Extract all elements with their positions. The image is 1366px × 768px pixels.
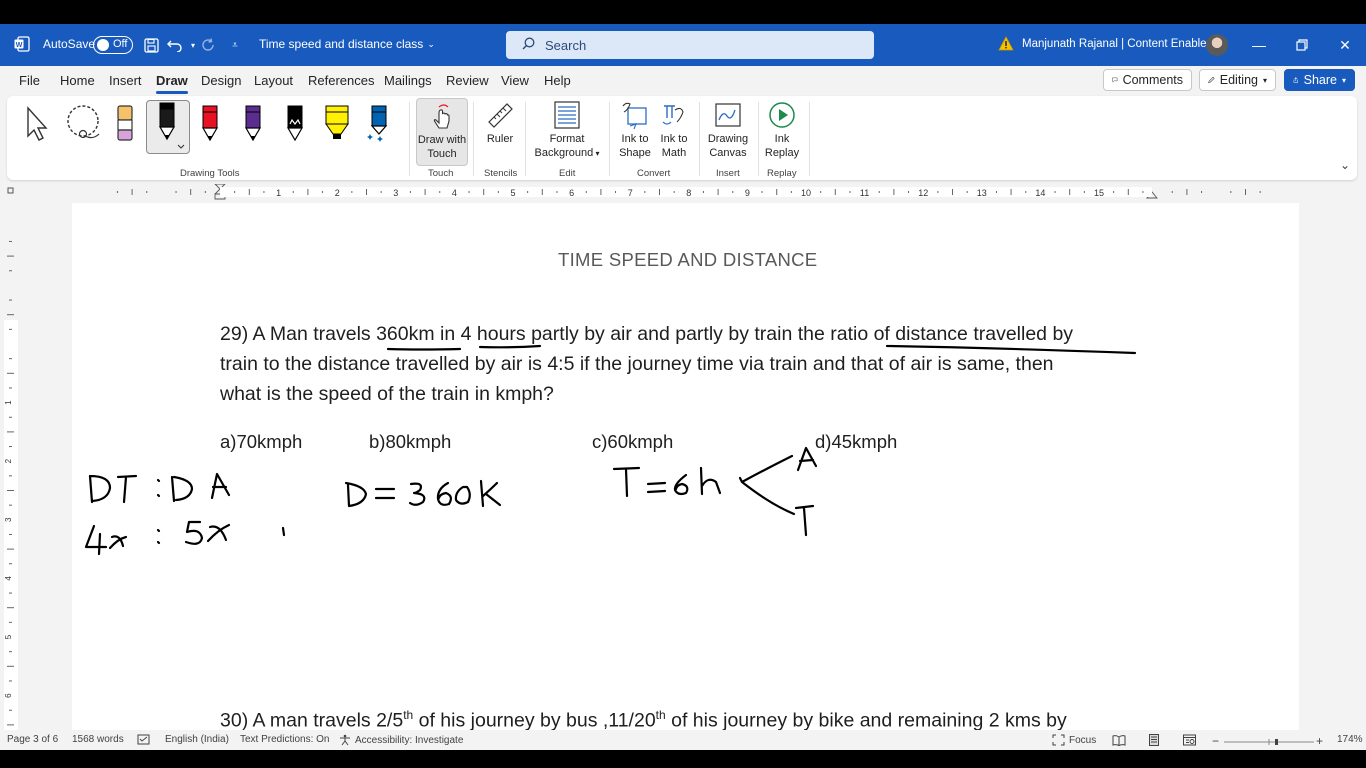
web-layout-icon[interactable] xyxy=(1183,734,1196,746)
ink-4x xyxy=(84,524,128,556)
ink-h xyxy=(699,466,722,496)
ink-t xyxy=(612,466,641,498)
ink-dot xyxy=(281,526,286,537)
ink-5x xyxy=(184,520,231,545)
word-window: W AutoSave Off ▾ ⩡ Time speed and distan… xyxy=(0,24,1366,750)
ink-colon-2 xyxy=(156,528,161,545)
text-predictions[interactable]: Text Predictions: On xyxy=(240,734,329,745)
proofing-icon[interactable] xyxy=(137,734,150,746)
ink-t-branch xyxy=(794,504,815,537)
word-count[interactable]: 1568 words xyxy=(72,734,124,745)
focus-icon xyxy=(1052,734,1065,746)
ink-dt xyxy=(88,474,138,504)
ink-colon-1 xyxy=(156,478,161,498)
ink-k xyxy=(479,479,502,508)
focus-button[interactable]: Focus xyxy=(1052,734,1096,746)
ink-d xyxy=(344,481,368,508)
print-layout-icon[interactable] xyxy=(1148,734,1160,746)
ink-annotations xyxy=(84,344,1137,556)
page-count[interactable]: Page 3 of 6 xyxy=(7,734,58,745)
ink-0 xyxy=(454,485,471,505)
accessibility-icon xyxy=(340,734,350,746)
ink-a-branch xyxy=(796,446,818,472)
zoom-in-icon[interactable]: + xyxy=(1316,734,1323,748)
zoom-out-icon[interactable]: − xyxy=(1212,734,1219,748)
zoom-level[interactable]: 174% xyxy=(1337,734,1363,745)
ink-branch xyxy=(738,454,796,516)
ink-da xyxy=(170,472,231,503)
accessibility-label: Accessibility: Investigate xyxy=(355,734,464,746)
ink-equals xyxy=(374,487,396,500)
ink-eq-2 xyxy=(646,481,667,494)
accessibility-status[interactable]: Accessibility: Investigate xyxy=(339,734,463,746)
read-mode-icon[interactable] xyxy=(1112,734,1126,746)
underline-360km xyxy=(386,347,462,351)
underline-ratio xyxy=(885,344,1137,355)
ink-6 xyxy=(436,481,453,506)
status-bar: Page 3 of 6 1568 words English (India) T… xyxy=(0,730,1366,750)
ink-3 xyxy=(408,482,426,506)
language[interactable]: English (India) xyxy=(165,734,229,745)
zoom-slider[interactable] xyxy=(1224,739,1314,745)
underline-4-hours xyxy=(478,344,542,349)
focus-label: Focus xyxy=(1069,734,1097,746)
ink-6-2 xyxy=(673,473,689,496)
